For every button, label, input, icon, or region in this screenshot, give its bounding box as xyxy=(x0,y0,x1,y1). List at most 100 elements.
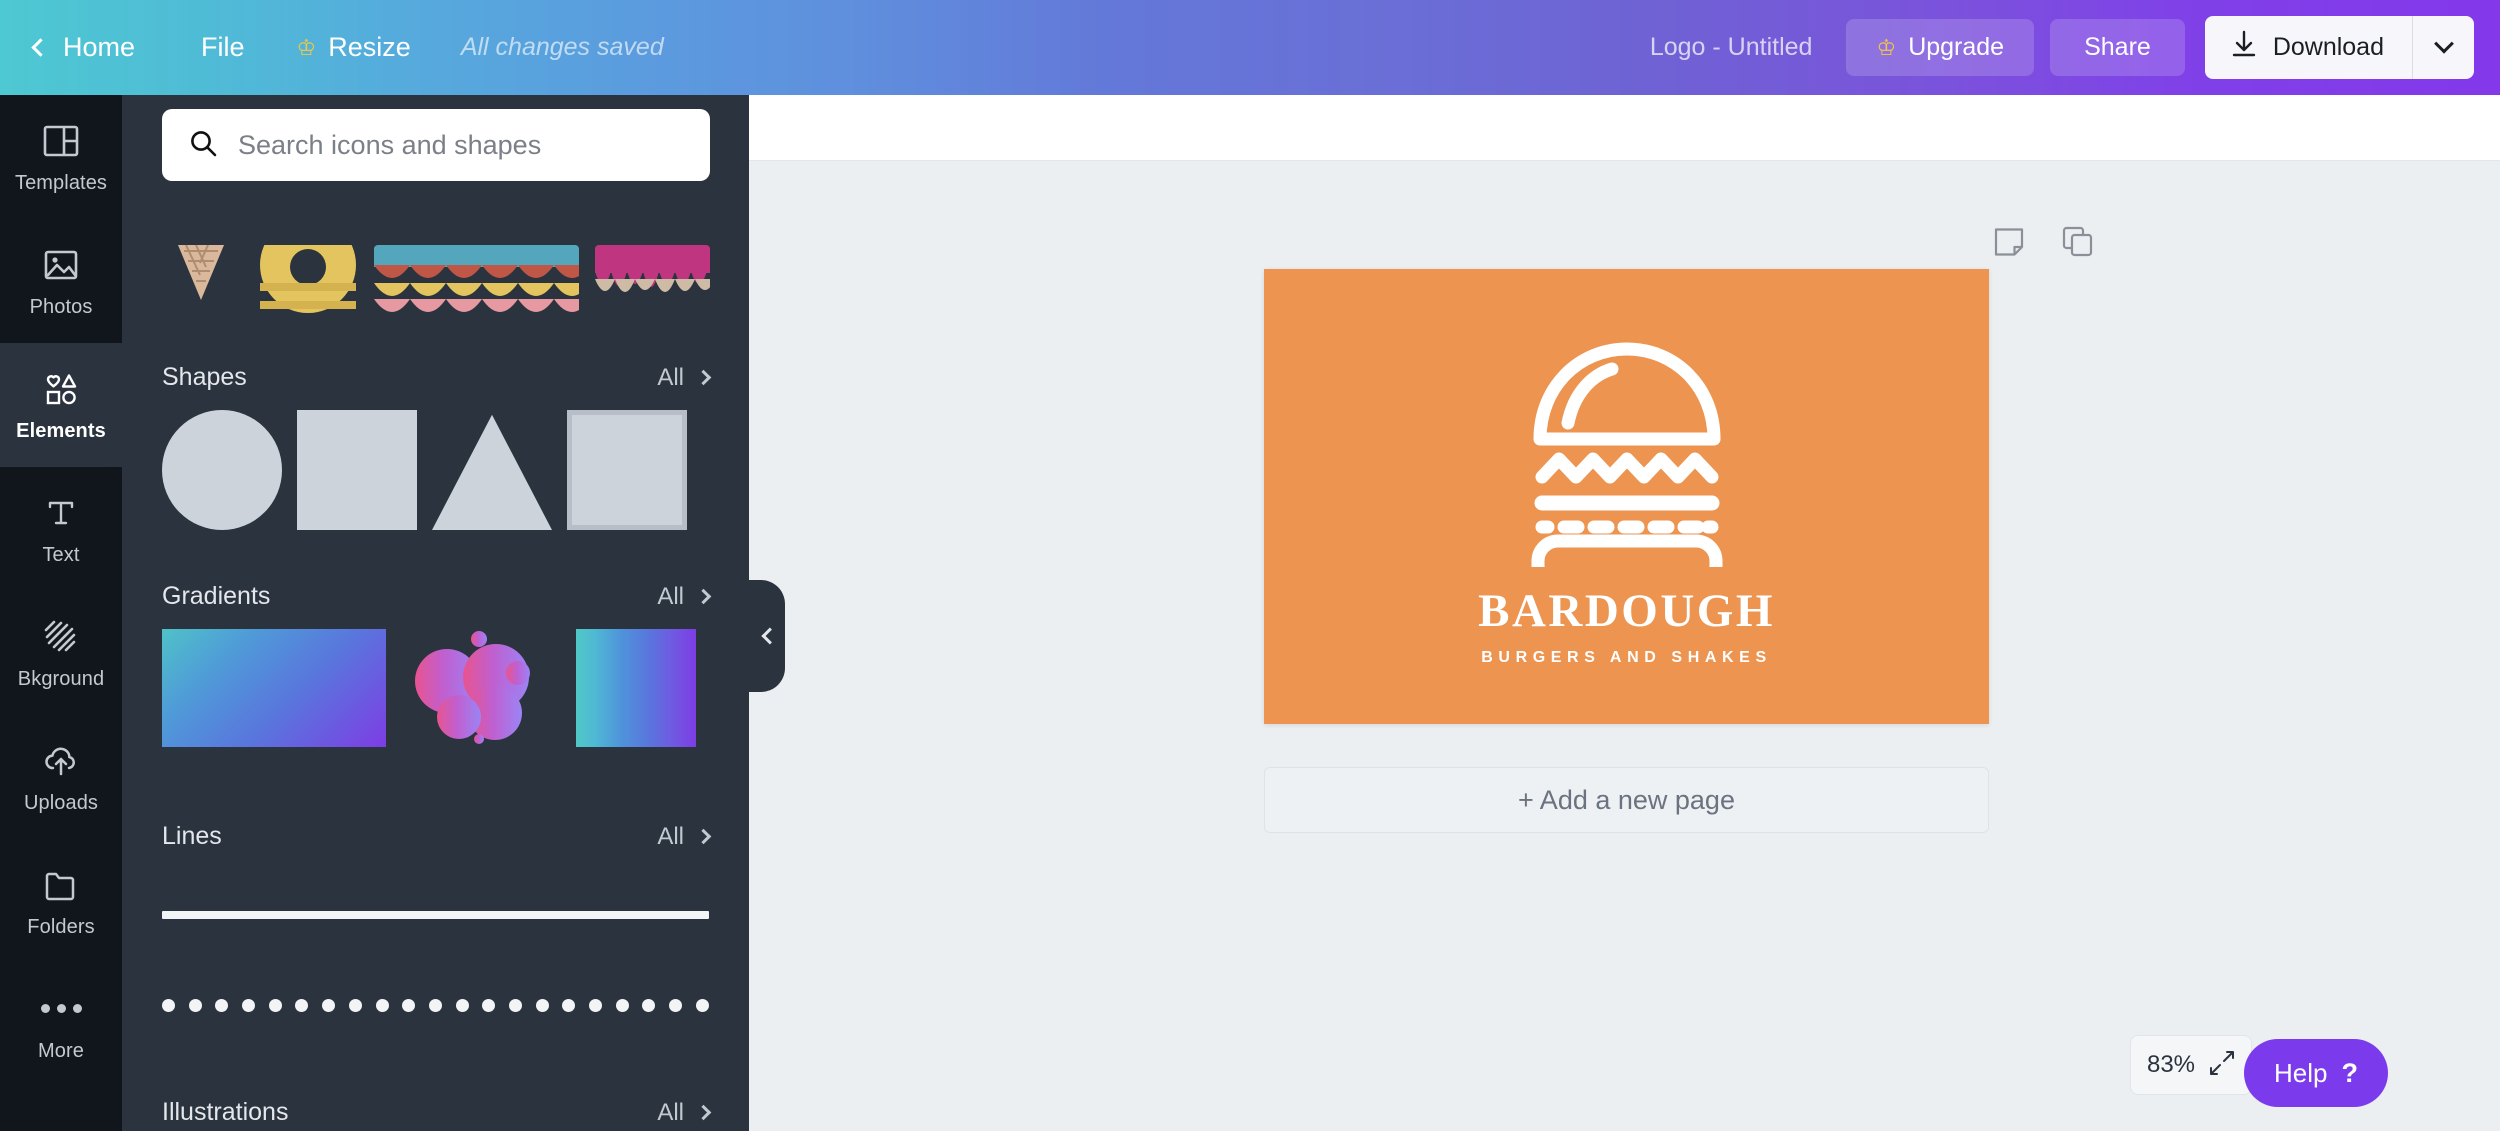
search-input[interactable]: Search icons and shapes xyxy=(162,109,710,181)
share-button[interactable]: Share xyxy=(2050,19,2185,76)
all-label: All xyxy=(657,582,684,610)
sidebar-item-bkground[interactable]: Bkground xyxy=(0,591,122,715)
folder-icon xyxy=(40,864,82,906)
download-button-group: Download xyxy=(2204,16,2474,79)
solid-line-tile[interactable] xyxy=(162,911,709,919)
document-title[interactable]: Logo - Untitled xyxy=(1650,33,1813,62)
notes-page-icon[interactable] xyxy=(1992,224,2026,263)
burger-line-icon xyxy=(1524,327,1730,591)
header-right-actions: Logo - Untitled ♔ Upgrade Share Download xyxy=(1650,16,2500,79)
donut-thumb[interactable] xyxy=(253,245,358,335)
design-page[interactable]: BARDOUGH BURGERS AND SHAKES xyxy=(1264,269,1989,724)
square-shape-tile[interactable] xyxy=(297,410,417,530)
gradients-all-link[interactable]: All xyxy=(657,582,712,611)
layered-cake-thumb[interactable] xyxy=(373,245,580,335)
search-icon xyxy=(188,128,218,163)
shapes-all-link[interactable]: All xyxy=(657,364,712,392)
search-placeholder: Search icons and shapes xyxy=(238,129,542,160)
triangle-shape-tile[interactable] xyxy=(432,414,552,530)
sidebar-item-more[interactable]: More xyxy=(0,963,122,1087)
sidebar-item-label: Photos xyxy=(29,295,93,318)
upgrade-button[interactable]: ♔ Upgrade xyxy=(1846,19,2035,76)
zoom-control[interactable]: 83% xyxy=(2130,1035,2252,1095)
file-menu-button[interactable]: File xyxy=(175,0,271,95)
share-label: Share xyxy=(2084,33,2151,61)
help-button[interactable]: Help ? xyxy=(2244,1039,2388,1107)
diagonal-gradient-tile[interactable] xyxy=(162,629,386,747)
shapes-row xyxy=(122,410,749,530)
download-arrow-icon xyxy=(2231,30,2257,65)
add-new-page-button[interactable]: + Add a new page xyxy=(1264,767,1989,833)
chevron-right-icon xyxy=(695,1104,712,1121)
download-label: Download xyxy=(2272,33,2384,61)
sidebar-item-folders[interactable]: Folders xyxy=(0,839,122,963)
panel-collapse-button[interactable] xyxy=(749,580,785,692)
chevron-down-icon xyxy=(2433,33,2454,54)
save-status: All changes saved xyxy=(460,33,664,61)
sidebar-item-text[interactable]: Text xyxy=(0,467,122,591)
add-new-page-label: + Add a new page xyxy=(1518,784,1735,815)
section-header: Shapes All xyxy=(122,363,749,392)
cloud-upload-icon xyxy=(40,740,82,782)
section-illustrations: Illustrations All xyxy=(122,1098,749,1131)
templates-layout-icon xyxy=(40,120,82,162)
section-header: Lines All xyxy=(122,822,749,851)
page-tools xyxy=(1992,224,2094,263)
home-button[interactable]: Home xyxy=(0,0,175,95)
illustration-row-partial[interactable] xyxy=(162,245,710,335)
download-button[interactable]: Download xyxy=(2205,16,2412,79)
dotted-line-tile[interactable] xyxy=(162,999,709,1012)
ice-cream-cone-thumb[interactable] xyxy=(162,245,237,335)
lines-all-link[interactable]: All xyxy=(657,822,712,851)
crown-icon: ♔ xyxy=(1876,34,1897,60)
ellipsis-icon xyxy=(40,988,82,1030)
panel-scroll-region[interactable]: Search icons and shapes Shapes All Gradi… xyxy=(122,95,749,1131)
circle-shape-tile[interactable] xyxy=(162,410,282,530)
search-container: Search icons and shapes xyxy=(162,109,710,181)
text-t-icon xyxy=(40,492,82,534)
resize-button[interactable]: ♔ Resize xyxy=(271,0,437,95)
all-label: All xyxy=(657,1098,684,1126)
section-shapes: Shapes All xyxy=(122,363,749,530)
chevron-right-icon xyxy=(695,828,712,845)
section-title: Lines xyxy=(162,822,222,850)
all-label: All xyxy=(657,822,684,850)
blob-gradient-tile[interactable] xyxy=(401,629,561,747)
chevron-left-icon xyxy=(761,627,779,645)
canvas-area[interactable]: BARDOUGH BURGERS AND SHAKES + Add a new … xyxy=(749,161,2500,1131)
file-label: File xyxy=(201,32,245,62)
sidebar-item-label: Elements xyxy=(16,419,106,442)
framed-square-shape-tile[interactable] xyxy=(567,410,687,530)
section-title: Illustrations xyxy=(162,1098,289,1126)
chevron-right-icon xyxy=(695,588,712,605)
sidebar-item-elements[interactable]: Elements xyxy=(0,327,122,483)
illustrations-all-link[interactable]: All xyxy=(657,1098,712,1127)
section-gradients: Gradients All xyxy=(122,582,749,747)
upgrade-label: Upgrade xyxy=(1908,33,2005,61)
sidebar-item-label: Text xyxy=(42,543,80,566)
home-label: Home xyxy=(63,32,136,62)
melting-icecream-thumb[interactable] xyxy=(595,245,710,335)
section-header: Gradients All xyxy=(122,582,749,611)
zoom-level-label: 83% xyxy=(2146,1051,2196,1078)
shapes-elements-icon xyxy=(40,368,82,410)
duplicate-page-icon[interactable] xyxy=(2060,224,2094,263)
canvas-toolbar xyxy=(749,95,2500,161)
vertical-stripe-gradient-tile[interactable] xyxy=(576,629,696,747)
section-title: Gradients xyxy=(162,582,271,610)
sidebar-item-photos[interactable]: Photos xyxy=(0,219,122,343)
header-left-menu: Home File ♔ Resize All changes saved xyxy=(0,0,664,95)
sidebar-item-label: Bkground xyxy=(17,667,105,690)
photo-image-icon xyxy=(40,244,82,286)
sidebar-item-templates[interactable]: Templates xyxy=(0,95,122,219)
brand-name: BARDOUGH xyxy=(1478,584,1775,637)
crown-icon: ♔ xyxy=(296,34,317,60)
logo-artwork[interactable]: BARDOUGH BURGERS AND SHAKES xyxy=(1477,327,1777,667)
help-label: Help xyxy=(2274,1057,2328,1088)
fit-expand-icon xyxy=(2209,1050,2235,1081)
section-lines: Lines All xyxy=(122,822,749,1012)
download-options-button[interactable] xyxy=(2412,16,2474,79)
hatch-pattern-icon xyxy=(40,616,82,658)
sidebar-item-uploads[interactable]: Uploads xyxy=(0,715,122,839)
section-title: Shapes xyxy=(162,363,247,391)
